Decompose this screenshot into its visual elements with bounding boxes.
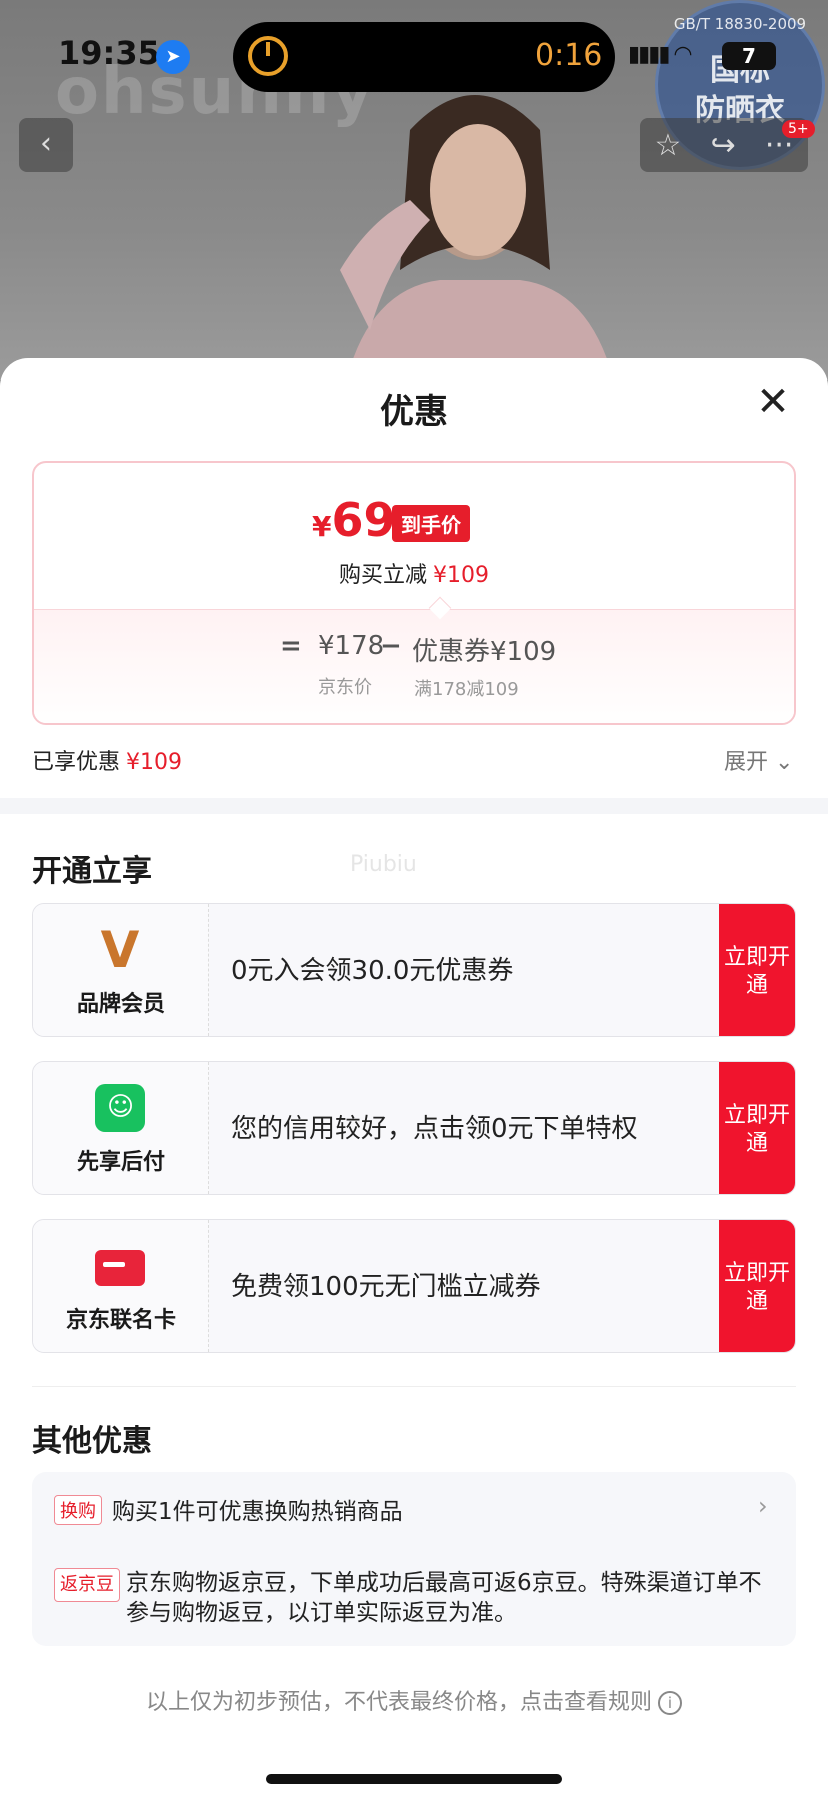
other-item-jd-beans: 返京豆 京东购物返京豆，下单成功后最高可返6京豆。特殊渠道订单不参与购物返豆，以… [54,1568,774,1628]
benefit-name: 京东联名卡 [65,1308,176,1333]
coupon-amount: 优惠券¥109 [412,637,557,667]
star-icon[interactable]: ☆ [655,128,682,163]
enjoyed-discount: 已享优惠 ¥109 [32,750,183,775]
benefit-name: 品牌会员 [76,992,165,1017]
benefit-desc: 您的信用较好，点击领0元下单特权 [231,1114,638,1144]
other-item-exchange[interactable]: 换购 购买1件可优惠换购热销商品 [54,1492,403,1526]
chevron-right-icon[interactable]: › [758,1492,768,1520]
model-image [340,95,614,380]
brand-v-icon: V [100,921,140,979]
coupon-rule: 满178减109 [414,679,519,700]
cart-badge: 5+ [782,120,815,138]
benefit-desc: 免费领100元无门槛立减券 [231,1272,541,1302]
card-icon [95,1250,145,1286]
status-time: 19:35 [58,34,160,72]
discount-sheet: 优惠 ✕ ¥69 到手价 购买立减 ¥109 = ¥178 − 优惠券¥109 京… [0,358,828,1795]
divider [32,1386,796,1387]
other-discounts-box: 换购 购买1件可优惠换购热销商品 › 返京豆 京东购物返京豆，下单成功后最高可返6… [32,1472,796,1646]
expand-button[interactable]: 展开 ⌄ [724,744,793,776]
location-arrow-icon: ➤ [156,40,190,74]
section-divider [0,798,828,814]
signal-wifi-icon: ▮▮▮▮ ◠ [628,42,693,67]
jd-price: ¥178 [318,631,385,661]
benefit-card-brand-member[interactable]: V 品牌会员 0元入会领30.0元优惠券 立即开通 [32,903,796,1037]
timer-icon [248,36,288,76]
timer-text: 0:16 [535,38,603,73]
open-now-button[interactable]: 立即开通 [719,1220,795,1352]
jd-beans-tag: 返京豆 [54,1568,120,1602]
instant-discount: 购买立减 ¥109 [338,563,489,588]
sheet-title: 优惠 [380,392,448,432]
shopping-bag-icon [95,1084,145,1132]
final-price-tag: 到手价 [392,505,470,542]
benefit-desc: 0元入会领30.0元优惠券 [231,956,514,986]
rules-footnote[interactable]: 以上仅为初步预估，不代表最终价格，点击查看规则 i [0,1684,828,1716]
share-icon[interactable]: ↪ [711,128,736,163]
close-icon[interactable]: ✕ [752,382,794,424]
status-bar: 19:35 ➤ 0:16 ▮▮▮▮ ◠ 7 [0,0,828,100]
benefit-card-cobrand-card[interactable]: 京东联名卡 免费领100元无门槛立减券 立即开通 [32,1219,796,1353]
open-now-button[interactable]: 立即开通 [719,1062,795,1194]
battery-icon: 7 [722,42,776,70]
section-title-other: 其他优惠 [32,1424,152,1459]
home-indicator[interactable] [266,1774,562,1784]
info-icon[interactable]: i [658,1691,682,1715]
back-button[interactable]: ‹ [19,118,73,172]
jd-price-label: 京东价 [318,677,372,698]
final-price: ¥69 [312,493,396,547]
open-now-button[interactable]: 立即开通 [719,904,795,1036]
benefit-name: 先享后付 [76,1150,165,1175]
chevron-left-icon: ‹ [40,126,52,161]
benefit-card-pay-later[interactable]: 先享后付 您的信用较好，点击领0元下单特权 立即开通 [32,1061,796,1195]
exchange-tag: 换购 [54,1495,102,1525]
watermark: Piubiu [350,852,417,877]
section-title-open: 开通立享 [32,854,152,889]
price-card: ¥69 到手价 购买立减 ¥109 = ¥178 − 优惠券¥109 京东价 满1… [32,461,796,725]
